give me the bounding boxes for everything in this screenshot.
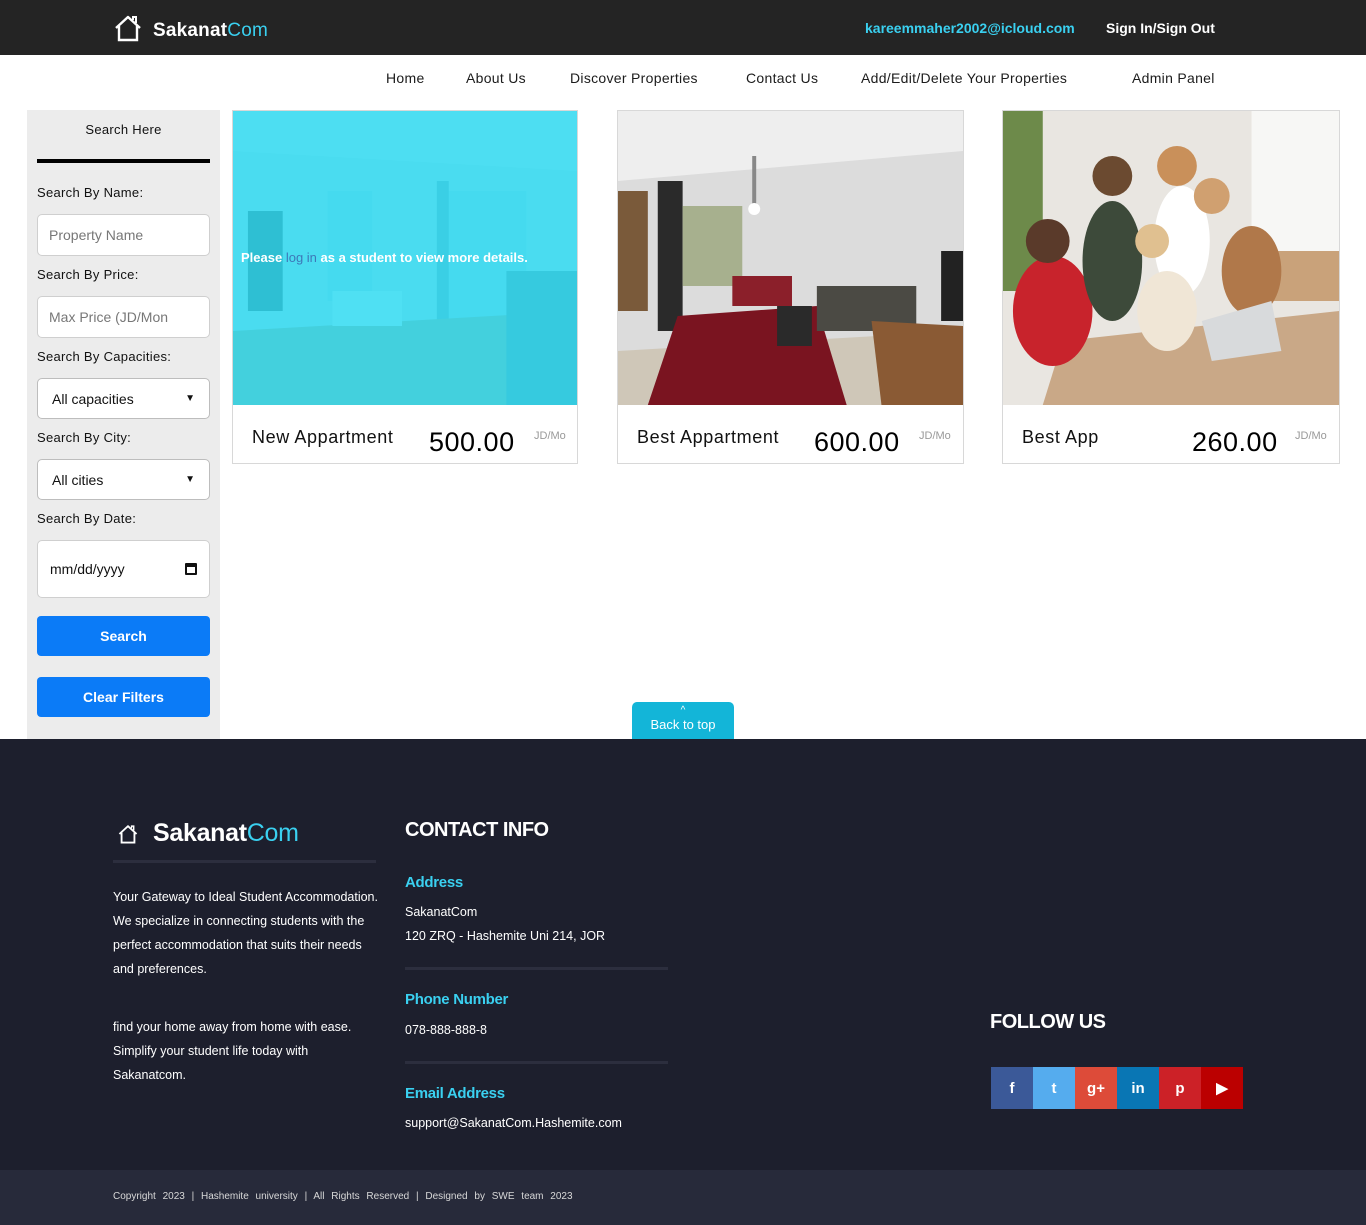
property-name: Best Appartment [637,427,780,447]
max-price-input[interactable]: Max Price (JD/Mon [37,296,210,338]
user-email: kareemmaher2002@icloud.com [865,20,1075,36]
social-links: f t g+ in p ▶ [991,1067,1243,1109]
address-line-2: 120 ZRQ - Hashemite Uni 214, JOR [405,929,606,943]
nav-home[interactable]: Home [386,70,425,86]
follow-heading: FOLLOW US [990,1011,1106,1033]
support-email: support@SakanatCom.Hashemite.com [405,1116,622,1130]
calendar-icon[interactable] [185,563,197,575]
nav-manage-properties[interactable]: Add/Edit/Delete Your Properties [861,70,1067,86]
phone-title: Phone Number [405,991,509,1008]
property-price: 600.00 [814,427,900,457]
site-logo[interactable]: SakanatCom [113,8,268,42]
sidebar-divider [37,159,210,163]
footer-logo[interactable]: SakanatCom [117,819,299,848]
nav-discover-properties[interactable]: Discover Properties [570,70,698,86]
logo-text: SakanatCom [153,20,268,41]
youtube-icon[interactable]: ▶ [1201,1067,1243,1109]
name-label: Search By Name: [37,185,144,200]
property-card[interactable]: Please log in as a student to view more … [232,110,578,464]
phone-number: 078-888-888-8 [405,1023,488,1037]
footer-about-text: Your Gateway to Ideal Student Accommodat… [113,890,378,976]
nav-admin-panel[interactable]: Admin Panel [1132,70,1215,86]
email-title: Email Address [405,1085,505,1102]
property-card[interactable]: Best Appartment 600.00 JD/Mo [617,110,964,464]
city-select[interactable]: All cities ▼ [37,459,210,500]
login-link[interactable]: log in [286,250,317,265]
city-label: Search By City: [37,430,132,445]
property-name: New Appartment [252,427,394,447]
price-unit: JD/Mo [919,430,951,442]
back-to-top-label: Back to top [650,717,716,732]
property-card[interactable]: Best App 260.00 JD/Mo [1002,110,1340,464]
search-button[interactable]: Search [37,616,210,656]
chevron-down-icon: ▼ [185,393,195,404]
nav-contact-us[interactable]: Contact Us [746,70,818,86]
copyright-bar: Copyright 2023 | Hashemite university | … [0,1170,1366,1225]
date-input[interactable]: mm/dd/yyyy [37,540,210,598]
property-price: 260.00 [1192,427,1278,457]
contact-heading: CONTACT INFO [405,819,549,841]
footer-logo-text: SakanatCom [153,819,299,847]
google-plus-icon[interactable]: g+ [1075,1067,1117,1109]
site-footer: SakanatCom Your Gateway to Ideal Student… [0,739,1366,1170]
twitter-icon[interactable]: t [1033,1067,1075,1109]
nav-about-us[interactable]: About Us [466,70,526,86]
top-bar: SakanatCom kareemmaher2002@icloud.com Si… [0,0,1366,55]
chevron-down-icon: ▼ [185,474,195,485]
property-image [1003,111,1339,405]
property-name-input[interactable]: Property Name [37,214,210,256]
address-title: Address [405,874,463,891]
sidebar-title: Search Here [85,122,162,137]
property-image [618,111,963,405]
copyright-text: Copyright 2023 | Hashemite university | … [113,1191,573,1202]
main-nav: Home About Us Discover Properties Contac… [0,70,1366,90]
clear-filters-button[interactable]: Clear Filters [37,677,210,717]
sign-in-out-link[interactable]: Sign In/Sign Out [1106,20,1215,36]
capacity-select[interactable]: All capacities ▼ [37,378,210,419]
footer-divider [405,967,668,970]
property-name: Best App [1022,427,1099,447]
footer-divider [405,1061,668,1064]
date-placeholder: mm/dd/yyyy [50,561,125,577]
home-icon [118,824,138,843]
back-to-top-button[interactable]: ^ Back to top [632,702,734,740]
price-unit: JD/Mo [1295,430,1327,442]
property-image: Please log in as a student to view more … [233,111,577,405]
city-select-value: All cities [52,471,104,488]
search-sidebar: Search Here Search By Name: Property Nam… [27,110,220,739]
footer-tagline: find your home away from home with ease.… [113,1020,352,1082]
login-prompt: Please log in as a student to view more … [241,250,528,265]
capacity-label: Search By Capacities: [37,349,172,364]
linkedin-icon[interactable]: in [1117,1067,1159,1109]
footer-divider [113,860,376,863]
address-line-1: SakanatCom [405,905,478,919]
price-label: Search By Price: [37,267,139,282]
date-label: Search By Date: [37,511,137,526]
capacity-select-value: All capacities [52,390,134,407]
home-icon [115,15,141,42]
facebook-icon[interactable]: f [991,1067,1033,1109]
property-price: 500.00 [429,427,515,457]
price-unit: JD/Mo [534,430,566,442]
pinterest-icon[interactable]: p [1159,1067,1201,1109]
chevron-up-icon: ^ [680,705,686,716]
